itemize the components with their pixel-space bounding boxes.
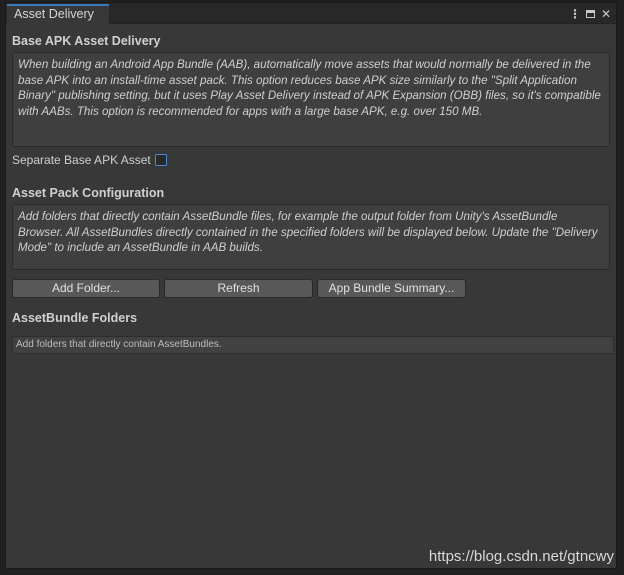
asset-pack-header: Asset Pack Configuration [12,186,165,200]
asset-pack-help-box: Add folders that directly contain AssetB… [12,204,610,270]
close-icon[interactable]: ✕ [600,6,612,22]
base-apk-header: Base APK Asset Delivery [12,34,161,48]
separate-base-apk-label: Separate Base APK Asset [12,153,151,167]
separate-base-apk-row: Separate Base APK Asset [12,151,167,169]
kebab-menu-icon[interactable]: ⋮ [569,6,581,22]
watermark-text: https://blog.csdn.net/gtncwy [428,548,614,565]
base-apk-help-box: When building an Android App Bundle (AAB… [12,52,610,147]
app-bundle-summary-button[interactable]: App Bundle Summary... [317,279,466,298]
refresh-button[interactable]: Refresh [164,279,313,298]
maximize-icon[interactable] [586,10,595,18]
window-controls: ⋮ ✕ [569,5,612,23]
add-folder-button[interactable]: Add Folder... [12,279,160,298]
assetbundle-folders-header: AssetBundle Folders [12,311,138,325]
tab-asset-delivery[interactable]: Asset Delivery [7,4,109,24]
window-titlebar: Asset Delivery ⋮ ✕ [6,3,616,24]
window-content: Base APK Asset Delivery When building an… [6,24,616,568]
asset-delivery-window: Asset Delivery ⋮ ✕ Base APK Asset Delive… [5,2,617,569]
assetbundle-folders-list: Add folders that directly contain AssetB… [12,336,614,354]
tab-title: Asset Delivery [14,7,94,21]
separate-base-apk-checkbox[interactable] [154,154,167,166]
